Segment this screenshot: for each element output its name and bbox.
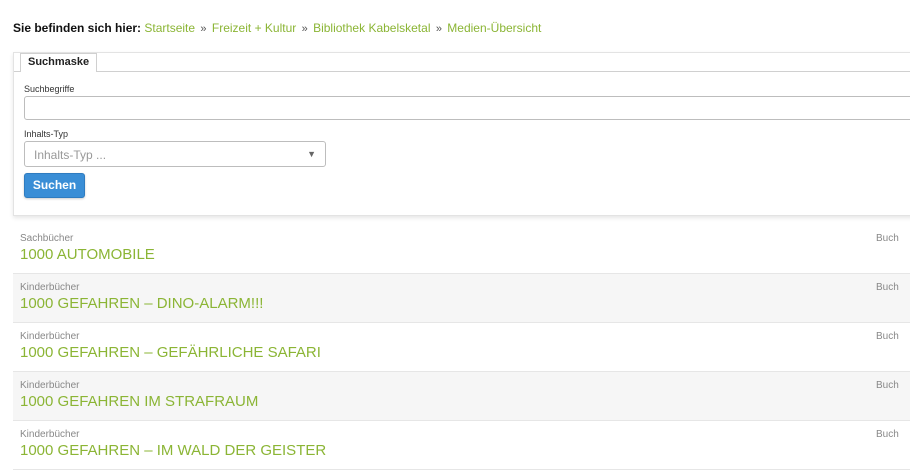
breadcrumb-link-startseite[interactable]: Startseite [144,21,195,35]
breadcrumb: Sie befinden sich hier: Startseite » Fre… [13,21,541,35]
item-category: Sachbücher [20,233,74,244]
chevron-down-icon: ▼ [307,149,316,159]
tab-strip: Suchmaske [14,53,910,72]
item-title-link[interactable]: 1000 GEFAHREN IM STRAFRAUM [20,393,258,410]
item-category: Kinderbücher [20,282,80,293]
type-select-placeholder: Inhalts-Typ ... [34,148,107,162]
search-button[interactable]: Suchen [24,173,85,198]
item-category: Kinderbücher [20,429,80,440]
breadcrumb-separator: » [435,23,442,35]
list-item[interactable]: Kinderbücher 1000 GEFAHREN – IM WALD DER… [13,421,910,470]
item-title-link[interactable]: 1000 AUTOMOBILE [20,246,155,263]
item-type: Buch [876,429,899,440]
page: Sie befinden sich hier: Startseite » Fre… [0,0,910,471]
type-select[interactable]: Inhalts-Typ ... ▼ [24,141,326,167]
item-category: Kinderbücher [20,380,80,391]
breadcrumb-link-freizeit-kultur[interactable]: Freizeit + Kultur [212,21,296,35]
keywords-label: Suchbegriffe [24,84,75,94]
tab-divider [14,71,910,72]
item-title-link[interactable]: 1000 GEFAHREN – DINO-ALARM!!! [20,295,263,312]
item-title-link[interactable]: 1000 GEFAHREN – IM WALD DER GEISTER [20,442,326,459]
results-list: Sachbücher 1000 AUTOMOBILE Buch Kinderbü… [13,225,910,470]
keywords-input[interactable] [24,96,910,120]
list-item[interactable]: Sachbücher 1000 AUTOMOBILE Buch [13,225,910,274]
breadcrumb-link-medien-uebersicht[interactable]: Medien-Übersicht [447,21,541,35]
item-type: Buch [876,233,899,244]
breadcrumb-separator: » [200,23,207,35]
list-item[interactable]: Kinderbücher 1000 GEFAHREN – GEFÄHRLICHE… [13,323,910,372]
tab-suchmaske[interactable]: Suchmaske [20,53,98,72]
item-type: Buch [876,282,899,293]
breadcrumb-link-bibliothek[interactable]: Bibliothek Kabelsketal [313,21,430,35]
search-panel: Suchmaske Suchbegriffe Inhalts-Typ Inhal… [13,52,910,216]
list-item[interactable]: Kinderbücher 1000 GEFAHREN IM STRAFRAUM … [13,372,910,421]
list-item[interactable]: Kinderbücher 1000 GEFAHREN – DINO-ALARM!… [13,274,910,323]
item-type: Buch [876,380,899,391]
breadcrumb-separator: » [301,23,308,35]
item-title-link[interactable]: 1000 GEFAHREN – GEFÄHRLICHE SAFARI [20,344,321,361]
item-type: Buch [876,331,899,342]
item-category: Kinderbücher [20,331,80,342]
breadcrumb-label: Sie befinden sich hier: [13,21,142,35]
type-label: Inhalts-Typ [24,129,69,139]
